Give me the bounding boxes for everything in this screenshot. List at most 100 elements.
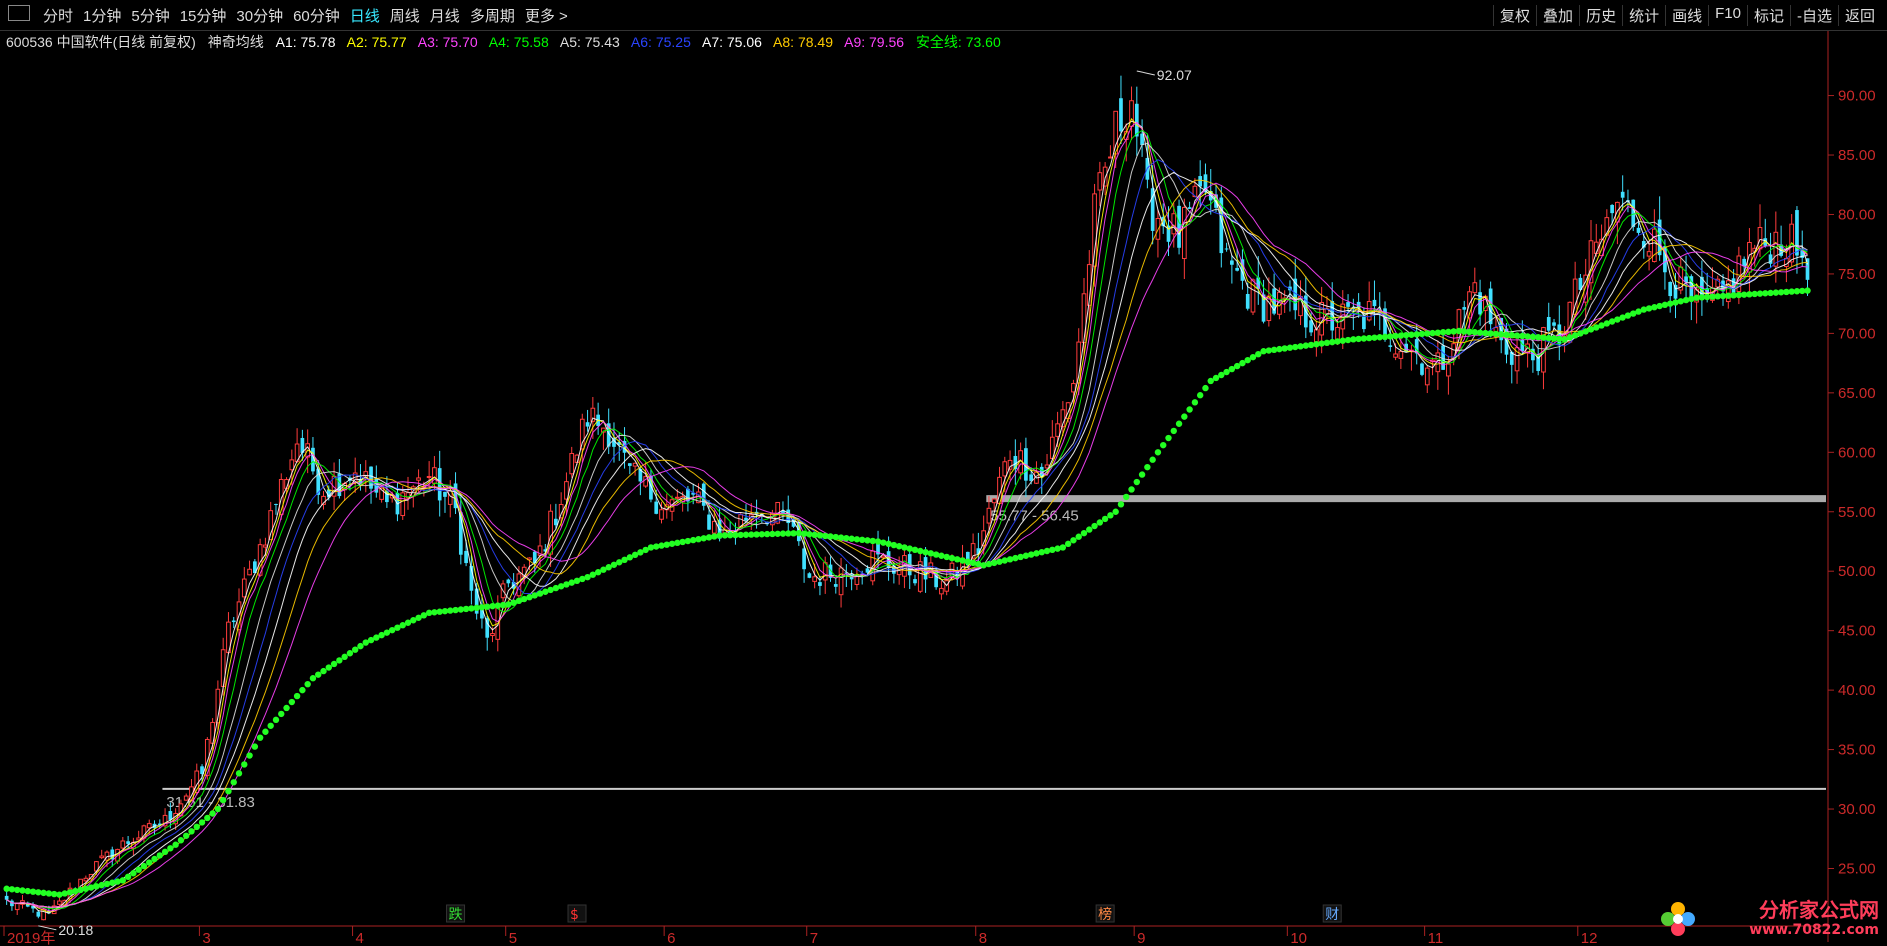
candle-body[interactable] (1002, 461, 1008, 477)
candle-body[interactable] (674, 496, 680, 499)
event-marker[interactable]: $ (570, 907, 579, 923)
candle-body[interactable] (854, 575, 860, 585)
candle-body[interactable] (1119, 98, 1123, 132)
remove-watchlist-button[interactable]: -自选 (1789, 5, 1838, 26)
candle-body[interactable] (83, 877, 89, 882)
candle-body[interactable] (1398, 351, 1404, 359)
f10-button[interactable]: F10 (1708, 5, 1747, 26)
candle-body[interactable] (1472, 282, 1478, 294)
mark-button[interactable]: 标记 (1746, 5, 1790, 26)
ma-line-a4[interactable] (6, 129, 1808, 910)
tab-weekly[interactable]: 周线 (387, 5, 423, 26)
candle-body[interactable] (1081, 293, 1087, 344)
draw-line-button[interactable]: 画线 (1665, 5, 1708, 26)
candle-body[interactable] (1420, 363, 1424, 375)
candle-body[interactable] (1177, 205, 1181, 248)
candle-body[interactable] (183, 795, 189, 801)
indicator-name[interactable]: 神奇均线 (208, 34, 264, 50)
tab-5min[interactable]: 5分钟 (128, 5, 172, 26)
candle-body[interactable] (744, 517, 748, 521)
candle-body[interactable] (838, 567, 844, 596)
candle-body[interactable] (1198, 176, 1203, 187)
candle-body[interactable] (1620, 191, 1625, 198)
menu-icon[interactable] (8, 5, 30, 21)
candle-body[interactable] (146, 823, 152, 829)
candle-body[interactable] (120, 840, 126, 849)
candle-body[interactable] (1462, 307, 1467, 310)
candle-body[interactable] (1552, 322, 1556, 326)
candle-body[interactable] (585, 422, 590, 427)
candle-body[interactable] (818, 582, 822, 586)
tab-multi-period[interactable]: 多周期 (467, 5, 518, 26)
candle-body[interactable] (464, 550, 468, 564)
candle-body[interactable] (659, 509, 664, 520)
tab-30min[interactable]: 30分钟 (233, 5, 286, 26)
candle-body[interactable] (1245, 294, 1250, 309)
candle-body[interactable] (506, 579, 511, 584)
candle-body[interactable] (247, 568, 252, 576)
tab-fenshi[interactable]: 分时 (40, 5, 76, 26)
candle-body[interactable] (807, 573, 812, 578)
candle-body[interactable] (991, 498, 997, 504)
candle-body[interactable] (1646, 251, 1652, 257)
candle-body[interactable] (274, 503, 278, 505)
candle-body[interactable] (711, 520, 717, 534)
candle-body[interactable] (1372, 299, 1377, 307)
candle-body[interactable] (1055, 423, 1060, 437)
tab-1min[interactable]: 1分钟 (80, 5, 124, 26)
candle-body[interactable] (1224, 248, 1229, 250)
candle-body[interactable] (1097, 172, 1103, 191)
tab-60min[interactable]: 60分钟 (290, 5, 343, 26)
tab-15min[interactable]: 15分钟 (177, 5, 230, 26)
candle-body[interactable] (168, 811, 173, 820)
candle-body[interactable] (1424, 367, 1430, 386)
candle-body[interactable] (643, 476, 649, 487)
candle-body[interactable] (231, 620, 236, 623)
stats-button[interactable]: 统计 (1622, 5, 1665, 26)
candle-body[interactable] (833, 584, 838, 587)
candle-body[interactable] (14, 903, 20, 911)
candle-body[interactable] (627, 463, 632, 466)
candle-body[interactable] (1235, 267, 1239, 271)
candle-body[interactable] (36, 911, 41, 917)
tab-daily[interactable]: 日线 (347, 5, 383, 26)
candle-body[interactable] (443, 491, 447, 497)
candle-body[interactable] (1346, 302, 1350, 307)
candle-body[interactable] (263, 544, 268, 548)
candle-body[interactable] (939, 587, 944, 595)
candle-body[interactable] (812, 576, 818, 582)
candle-body[interactable] (1108, 156, 1113, 159)
candle-body[interactable] (126, 841, 130, 844)
candle-body[interactable] (1668, 281, 1673, 297)
event-marker[interactable]: 财 (1325, 907, 1339, 923)
event-marker[interactable]: 跌 (449, 907, 463, 923)
candle-body[interactable] (1134, 103, 1139, 137)
candle-body[interactable] (447, 490, 453, 505)
back-button[interactable]: 返回 (1837, 5, 1881, 26)
overlay-button[interactable]: 叠加 (1536, 5, 1579, 26)
candle-body[interactable] (426, 475, 432, 478)
candle-body[interactable] (1610, 204, 1614, 214)
candle-body[interactable] (707, 514, 711, 530)
candle-body[interactable] (880, 555, 886, 559)
candle-body[interactable] (1742, 258, 1746, 267)
candle-body[interactable] (1393, 353, 1398, 358)
ma-line-a7[interactable] (6, 171, 1808, 908)
candle-body[interactable] (416, 477, 421, 481)
tab-monthly[interactable]: 月线 (427, 5, 463, 26)
candle-body[interactable] (1636, 227, 1641, 233)
candle-body[interactable] (1314, 329, 1319, 343)
ma-line-a1[interactable] (6, 120, 1808, 914)
candle-body[interactable] (1113, 110, 1119, 155)
candle-body[interactable] (1546, 317, 1551, 331)
event-marker[interactable]: 榜 (1098, 906, 1112, 923)
candle-body[interactable] (99, 855, 105, 859)
candlestick-chart[interactable]: 25.00 30.00 35.00 40.00 45.00 50.00 55.00 60.00… (0, 0, 1887, 946)
candle-body[interactable] (802, 548, 806, 570)
candle-body[interactable] (1230, 260, 1234, 265)
history-button[interactable]: 历史 (1579, 5, 1622, 26)
candle-body[interactable] (490, 633, 495, 637)
candle-body[interactable] (1388, 345, 1393, 347)
tab-more[interactable]: 更多 > (522, 5, 571, 26)
candle-body[interactable] (654, 501, 659, 514)
